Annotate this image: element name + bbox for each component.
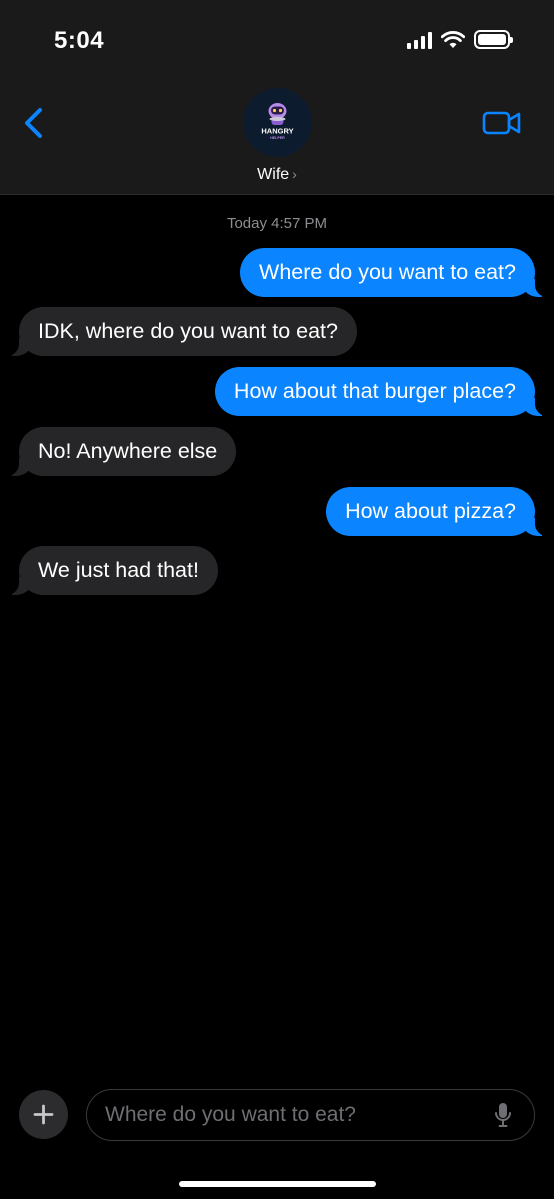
message-bubble-received[interactable]: We just had that! xyxy=(0,546,218,595)
wifi-icon xyxy=(441,30,465,48)
message-bubble-received[interactable]: No! Anywhere else xyxy=(0,427,237,476)
contact-name-button[interactable]: Wife › xyxy=(0,166,554,184)
message-input[interactable] xyxy=(105,1090,485,1139)
contact-avatar[interactable]: HANGRY HELPER xyxy=(243,88,312,157)
hangry-helper-logo: HANGRY HELPER xyxy=(243,88,312,157)
microphone-icon[interactable] xyxy=(494,1102,512,1128)
message-composer xyxy=(86,1089,535,1141)
battery-icon xyxy=(474,30,513,49)
add-attachment-button[interactable] xyxy=(19,1090,68,1139)
contact-name: Wife xyxy=(257,166,290,183)
message-bubble-received[interactable]: IDK, where do you want to eat? xyxy=(0,307,357,356)
message-bubble-sent[interactable]: How about pizza? xyxy=(326,487,554,536)
message-bubble-sent[interactable]: Where do you want to eat? xyxy=(240,248,554,297)
svg-text:HANGRY: HANGRY xyxy=(261,127,293,136)
status-icons xyxy=(407,30,513,49)
home-indicator[interactable] xyxy=(179,1181,376,1187)
plus-icon xyxy=(33,1104,54,1125)
status-time: 5:04 xyxy=(54,27,105,54)
message-bubble-sent[interactable]: How about that burger place? xyxy=(214,367,554,416)
chevron-right-icon: › xyxy=(292,166,297,182)
conversation-header: 5:04 HANGRY HELPER Wife › xyxy=(0,0,554,195)
cellular-signal-icon xyxy=(407,31,432,49)
back-chevron-icon[interactable] xyxy=(20,106,48,140)
conversation-timestamp: Today 4:57 PM xyxy=(226,215,328,232)
video-call-icon[interactable] xyxy=(482,108,522,138)
messages-screen: 5:04 HANGRY HELPER Wife › Today 4:57 PM … xyxy=(0,0,554,1199)
svg-text:HELPER: HELPER xyxy=(270,136,285,140)
